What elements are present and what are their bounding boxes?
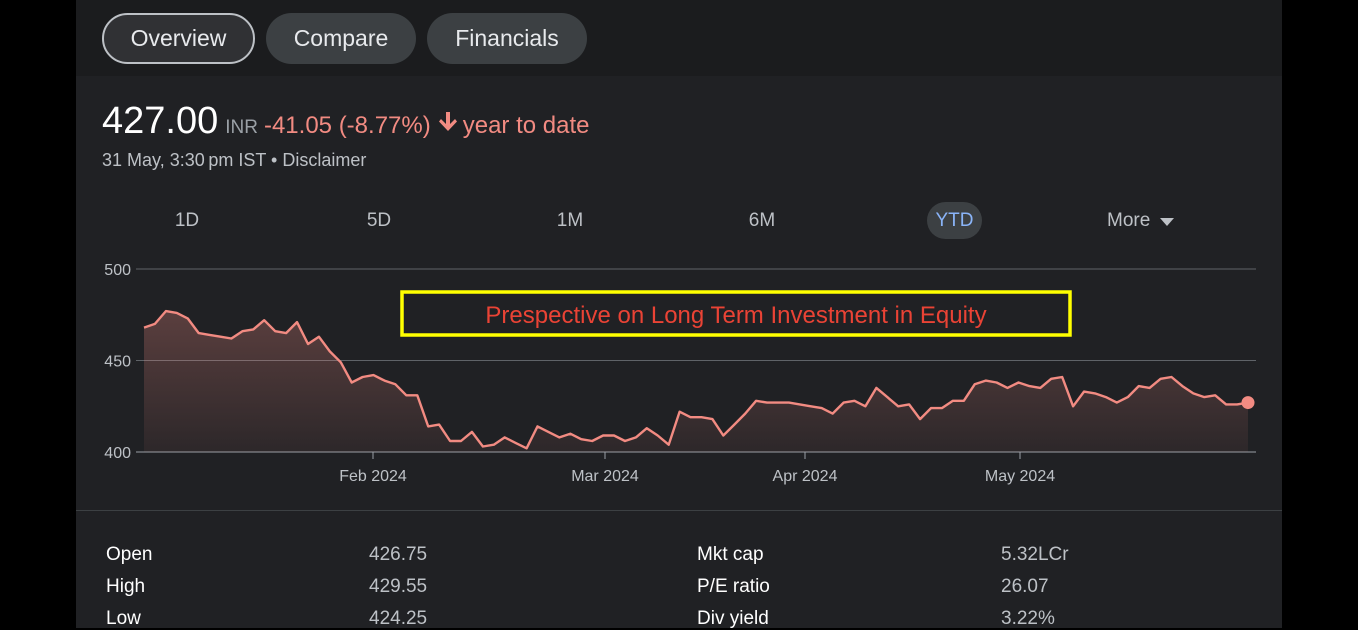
stat-high-label: High bbox=[106, 576, 146, 597]
stat-divyield-label: Div yield bbox=[697, 608, 769, 629]
x-tick-label: Mar 2024 bbox=[571, 468, 639, 485]
y-tick-label: 500 bbox=[104, 262, 131, 279]
price-chart: 500 450 400 Feb 2024 Mar 2024 Apr 2024 May 20… bbox=[104, 262, 1256, 485]
x-tick-label: May 2024 bbox=[985, 468, 1055, 485]
stat-low-label: Low bbox=[106, 608, 141, 629]
stat-low-value: 424.25 bbox=[369, 608, 428, 629]
x-tick-label: Apr 2024 bbox=[773, 468, 838, 485]
stat-mktcap-value: 5.32LCr bbox=[1001, 544, 1069, 565]
stat-pe-label: P/E ratio bbox=[697, 576, 770, 597]
price-area bbox=[144, 311, 1248, 452]
y-tick-label: 450 bbox=[104, 354, 131, 371]
y-tick-label: 400 bbox=[104, 445, 131, 462]
x-tick-label: Feb 2024 bbox=[339, 468, 407, 485]
stat-open-value: 426.75 bbox=[369, 544, 428, 565]
stat-high-value: 429.55 bbox=[369, 576, 428, 597]
annotation-box: Prespective on Long Term Investment in E… bbox=[400, 290, 1072, 337]
stat-open-label: Open bbox=[106, 544, 153, 565]
stat-pe-value: 26.07 bbox=[1001, 576, 1049, 597]
stat-divyield-value: 3.22% bbox=[1001, 608, 1055, 629]
annotation-text: Prespective on Long Term Investment in E… bbox=[485, 302, 986, 329]
last-price-point[interactable] bbox=[1241, 396, 1255, 410]
section-divider bbox=[76, 510, 1282, 511]
stat-mktcap-label: Mkt cap bbox=[697, 544, 764, 565]
